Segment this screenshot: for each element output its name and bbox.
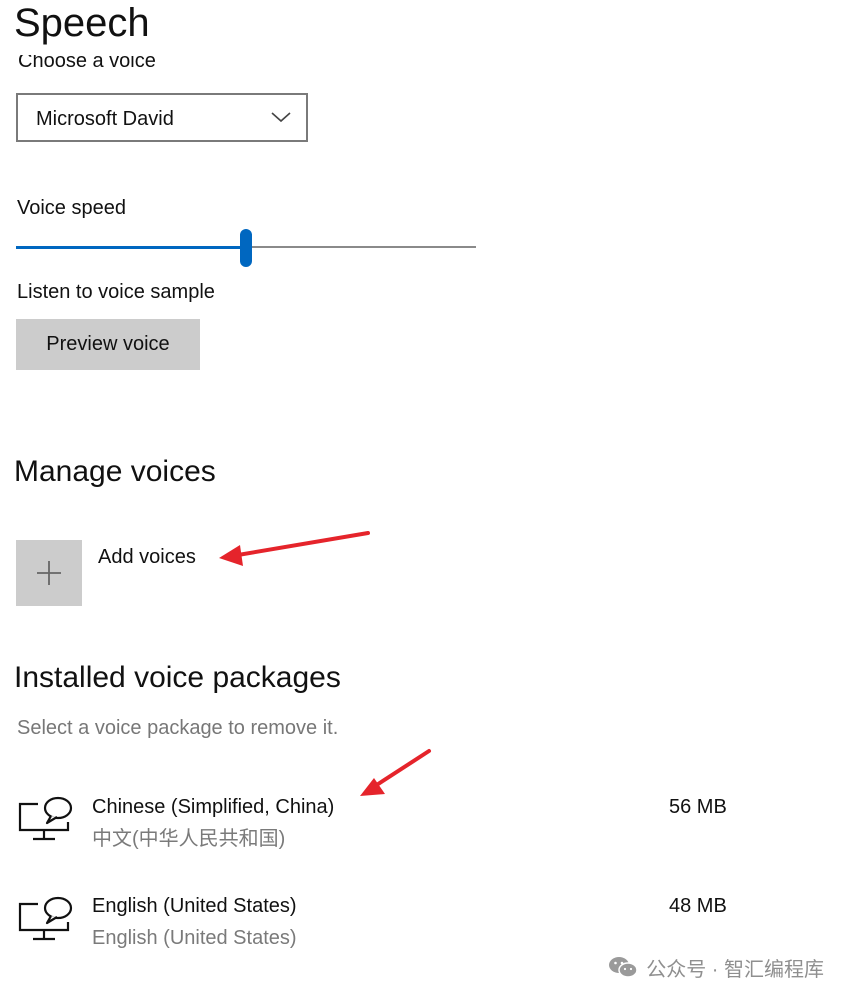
add-voices-label[interactable]: Add voices: [98, 545, 196, 569]
choose-voice-label: Choose a voice: [18, 55, 156, 72]
voice-speed-slider[interactable]: [16, 228, 476, 268]
package-native-name: English (United States): [92, 927, 297, 949]
voice-select-value: Microsoft David: [36, 108, 174, 130]
voice-select[interactable]: Microsoft David: [16, 93, 308, 142]
slider-track-remaining: [246, 246, 476, 248]
watermark: 公众号 · 智汇编程库: [608, 954, 824, 981]
package-native-name: 中文(中华人民共和国): [92, 828, 286, 850]
package-name: Chinese (Simplified, China): [92, 796, 335, 818]
page-title: Speech: [14, 1, 150, 45]
voice-package-row[interactable]: Chinese (Simplified, China) 中文(中华人民共和国) …: [0, 782, 760, 854]
plus-icon: [37, 561, 61, 585]
voice-sample-label: Listen to voice sample: [17, 281, 215, 303]
wechat-icon: [609, 957, 638, 978]
slider-thumb[interactable]: [240, 229, 252, 267]
slider-track-filled: [16, 246, 246, 249]
voice-package-row[interactable]: English (United States) English (United …: [0, 882, 760, 954]
package-size: 48 MB: [669, 895, 727, 917]
watermark-text: 公众号 · 智汇编程库: [646, 958, 824, 981]
package-name: English (United States): [92, 895, 297, 917]
manage-voices-heading: Manage voices: [14, 455, 216, 488]
package-size: 56 MB: [669, 796, 727, 818]
add-voices-button[interactable]: [16, 540, 82, 606]
speech-pc-icon: [18, 896, 73, 941]
installed-packages-heading: Installed voice packages: [14, 661, 341, 694]
chevron-down-icon: [271, 112, 291, 123]
preview-voice-button[interactable]: Preview voice: [16, 319, 200, 370]
annotation-arrow-add-voices: [219, 531, 370, 566]
installed-packages-hint: Select a voice package to remove it.: [17, 717, 339, 739]
speech-pc-icon: [18, 796, 73, 841]
voice-speed-label: Voice speed: [17, 197, 126, 219]
